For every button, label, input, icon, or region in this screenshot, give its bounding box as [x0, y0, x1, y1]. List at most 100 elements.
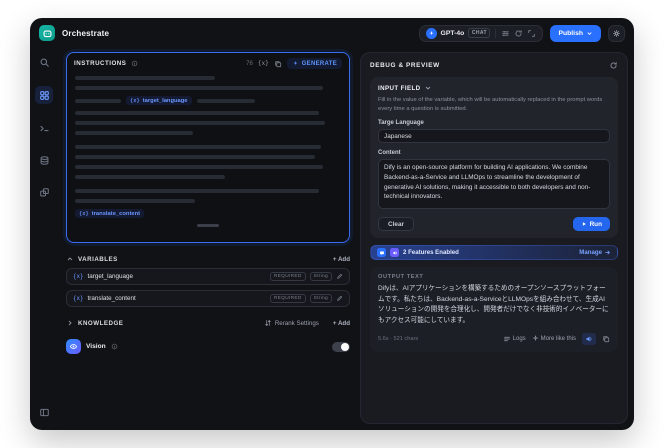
- instructions-title: INSTRUCTIONS: [74, 60, 127, 67]
- conversation-feature-icon: [377, 248, 386, 258]
- debug-preview-panel: DEBUG & PREVIEW INPUT FIELD Fill in the …: [360, 52, 628, 424]
- variable-braces-icon: {x}: [73, 273, 84, 280]
- output-text: Difyは、AIアプリケーションを構築するためのオープンソースプラットフォームで…: [378, 285, 609, 325]
- vision-toggle[interactable]: [332, 341, 350, 352]
- sparkle-icon: [532, 335, 539, 342]
- debug-title: DEBUG & PREVIEW: [370, 62, 440, 69]
- prompt-skeleton-line: [196, 98, 255, 103]
- orchestrate-pane: INSTRUCTIONS 76 {x} GENERATE {x} target_…: [58, 52, 360, 424]
- prompt-line-with-variable: {x} target_language: [75, 96, 341, 105]
- variable-row[interactable]: {x} target_language REQUIRED String: [66, 268, 350, 285]
- edit-icon[interactable]: [336, 295, 343, 302]
- add-knowledge-button[interactable]: + Add: [333, 320, 350, 327]
- output-footer: 5.6s · 521 chars Logs More like this: [378, 332, 610, 345]
- variable-braces-icon: {x}: [73, 295, 84, 302]
- chevron-right-icon[interactable]: [66, 319, 74, 327]
- variable-braces-icon[interactable]: {x}: [258, 60, 269, 67]
- expand-icon[interactable]: [527, 29, 536, 38]
- chevron-up-icon[interactable]: [66, 255, 74, 263]
- vision-icon: [66, 339, 81, 354]
- info-icon: [111, 343, 118, 350]
- features-enabled-bar[interactable]: 2 Features Enabled Manage: [370, 245, 618, 261]
- arrow-right-icon: [605, 250, 610, 255]
- run-button[interactable]: Run: [572, 217, 610, 232]
- output-stats: 5.6s · 521 chars: [378, 335, 419, 342]
- layout-panel-icon[interactable]: [36, 404, 52, 420]
- scrollbar-handle[interactable]: [197, 224, 219, 227]
- prompt-skeleton-line: [75, 86, 323, 90]
- chevron-down-icon: [425, 86, 430, 90]
- publish-button[interactable]: Publish: [550, 24, 601, 42]
- desktop-background: Orchestrate GPT-4o CHAT Publish INSTRUCT…: [0, 0, 664, 448]
- content-textarea[interactable]: Dify is an open-source platform for buil…: [378, 159, 610, 210]
- variable-chip[interactable]: {x} translate_content: [75, 209, 145, 218]
- more-like-this-label: More like this: [540, 335, 576, 342]
- model-selector[interactable]: GPT-4o CHAT: [418, 24, 544, 42]
- variable-name: translate_content: [87, 295, 136, 302]
- required-badge: REQUIRED: [269, 272, 306, 281]
- required-badge: REQUIRED: [269, 294, 306, 303]
- type-badge: String: [309, 294, 332, 303]
- instructions-panel[interactable]: INSTRUCTIONS 76 {x} GENERATE {x} target_…: [66, 52, 350, 243]
- output-text-card: OUTPUT TEXT Difyは、AIアプリケーションを構築するためのオープン…: [370, 267, 618, 352]
- add-variable-button[interactable]: + Add: [333, 256, 350, 263]
- divider: [495, 28, 497, 38]
- copy-icon[interactable]: [602, 335, 610, 343]
- variables-header: VARIABLES + Add: [66, 255, 350, 263]
- clear-button[interactable]: Clear: [378, 217, 414, 232]
- input-field-title: INPUT FIELD: [378, 84, 421, 92]
- tune-icon[interactable]: [501, 29, 510, 38]
- topbar-right: GPT-4o CHAT Publish: [418, 24, 625, 42]
- plugins-icon[interactable]: [36, 184, 52, 200]
- target-language-input[interactable]: [378, 129, 610, 144]
- input-field-description: Fill in the value of the variable, which…: [378, 97, 603, 112]
- input-field-card: INPUT FIELD Fill in the value of the var…: [370, 77, 618, 239]
- left-rail: [30, 48, 58, 430]
- variable-chip[interactable]: {x} target_language: [126, 96, 192, 105]
- restart-icon[interactable]: [609, 61, 618, 70]
- prompt-skeleton-line: [75, 199, 195, 203]
- variable-chip-label: target_language: [142, 97, 188, 104]
- knowledge-title: KNOWLEDGE: [78, 319, 124, 327]
- logs-icon: [503, 336, 510, 341]
- content-label: Content: [378, 150, 401, 157]
- prompt-skeleton-line: [75, 189, 319, 193]
- chat-mode-badge: CHAT: [468, 28, 491, 38]
- history-icon[interactable]: [514, 29, 523, 38]
- run-label: Run: [589, 220, 602, 228]
- prompt-skeleton-line: [75, 165, 323, 169]
- form-actions: Clear Run: [378, 217, 610, 232]
- orchestrate-icon[interactable]: [35, 86, 53, 104]
- search-icon[interactable]: [36, 54, 52, 70]
- speaker-button[interactable]: [582, 332, 596, 345]
- more-like-this-button[interactable]: More like this: [532, 335, 576, 342]
- prompt-skeleton-line: [75, 111, 319, 115]
- type-badge: String: [309, 272, 332, 281]
- manage-features-link[interactable]: Manage: [579, 249, 611, 256]
- output-text-title: OUTPUT TEXT: [378, 274, 424, 281]
- app-window: Orchestrate GPT-4o CHAT Publish INSTRUCT…: [30, 18, 634, 430]
- datasets-icon[interactable]: [36, 152, 52, 168]
- prompt-editor[interactable]: {x} target_language {x} translate_content: [67, 72, 349, 227]
- rerank-settings-button[interactable]: Rerank Settings: [264, 319, 319, 327]
- terminal-icon[interactable]: [36, 120, 52, 136]
- generate-button[interactable]: GENERATE: [286, 58, 342, 69]
- variable-row[interactable]: {x} translate_content REQUIRED String: [66, 290, 350, 307]
- topbar: Orchestrate GPT-4o CHAT Publish: [30, 18, 634, 48]
- logs-button[interactable]: Logs: [503, 335, 526, 343]
- app-logo-icon[interactable]: [39, 25, 55, 41]
- input-field-header[interactable]: INPUT FIELD: [378, 84, 610, 92]
- knowledge-header: KNOWLEDGE Rerank Settings + Add: [66, 319, 350, 327]
- settings-button[interactable]: [608, 24, 625, 42]
- copy-icon[interactable]: [274, 60, 282, 68]
- speaker-icon: [586, 336, 592, 342]
- play-icon: [582, 222, 586, 227]
- edit-icon[interactable]: [336, 273, 343, 280]
- instructions-header: INSTRUCTIONS 76 {x} GENERATE: [67, 53, 349, 72]
- chevron-down-icon: [587, 31, 592, 35]
- features-enabled-text: 2 Features Enabled: [403, 249, 459, 257]
- model-provider-icon: [425, 27, 437, 39]
- generate-label: GENERATE: [301, 60, 337, 67]
- prompt-skeleton-line: [75, 98, 121, 103]
- speech-feature-icon: [390, 248, 399, 258]
